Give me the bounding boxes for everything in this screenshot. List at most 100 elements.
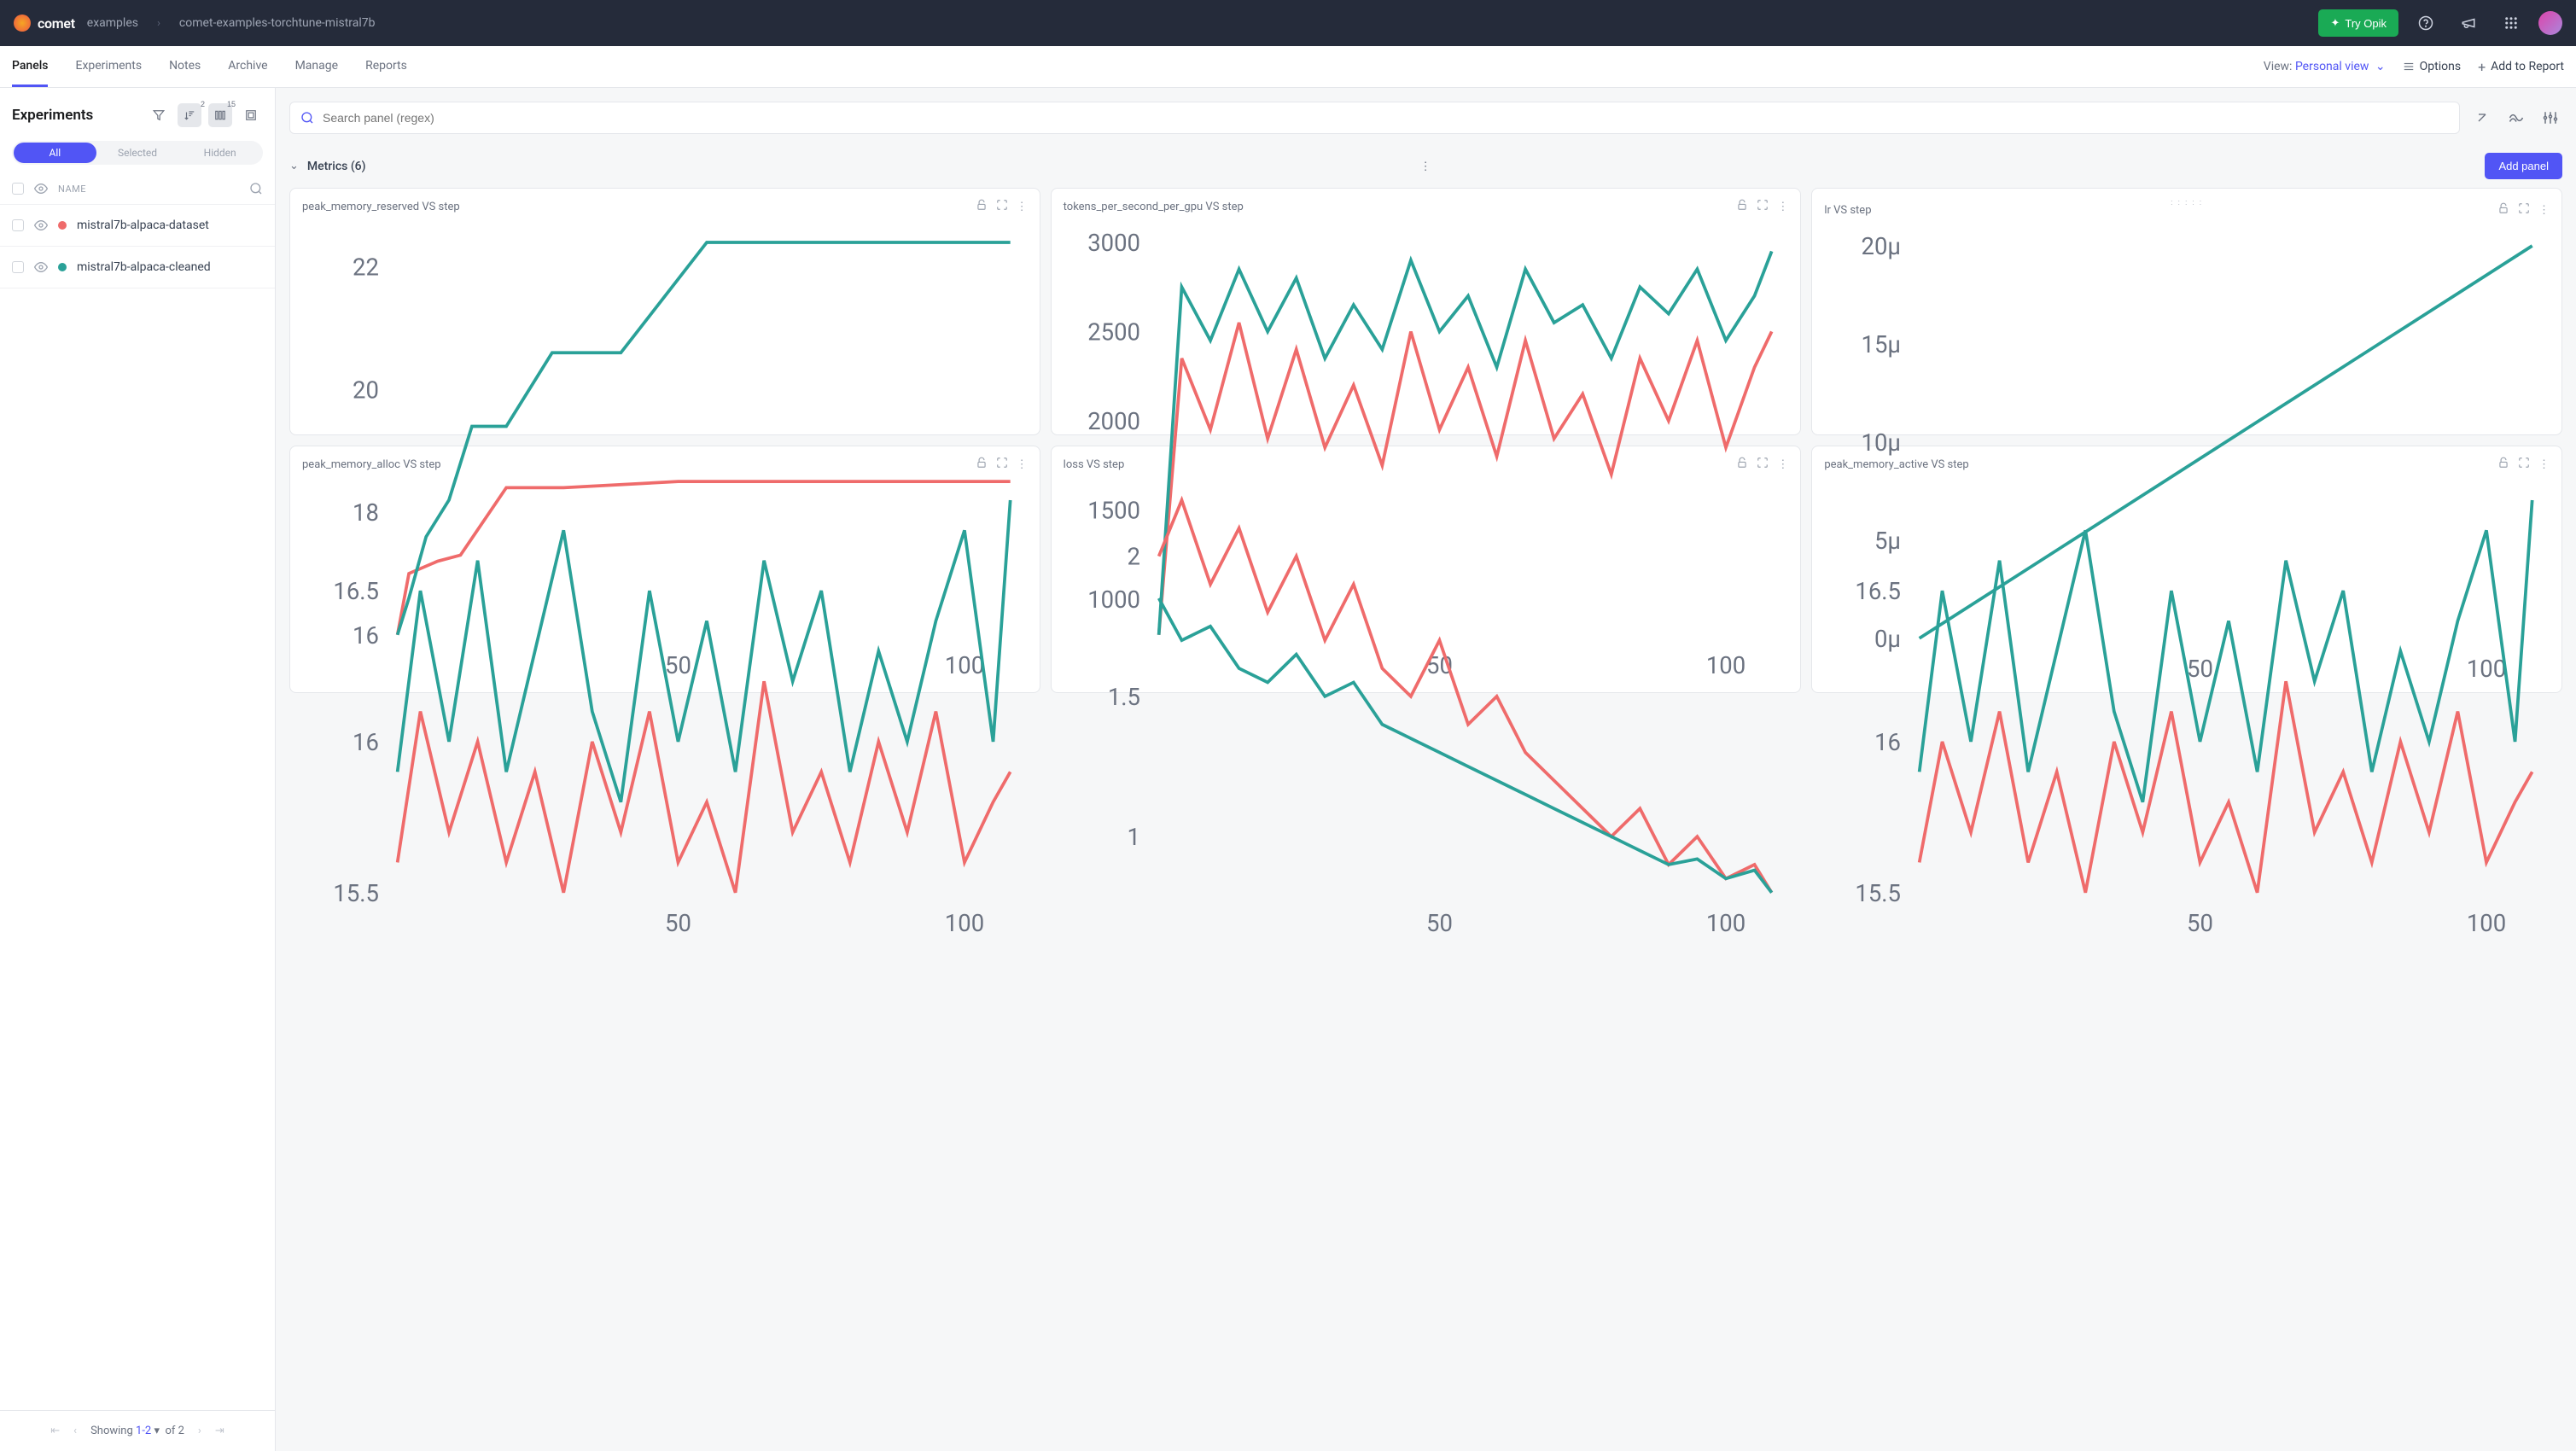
tab-notes[interactable]: Notes (169, 47, 201, 87)
content: ⌄ Metrics (6) ⋮ Add panel peak_memory_re… (276, 88, 2576, 1451)
clear-button[interactable] (2470, 106, 2494, 130)
apps-icon[interactable] (2496, 8, 2526, 38)
eye-icon[interactable] (34, 260, 48, 274)
section-menu-icon[interactable]: ⋮ (1413, 154, 1437, 178)
svg-text:3000: 3000 (1087, 230, 1140, 257)
group-button[interactable] (239, 103, 263, 127)
row-checkbox[interactable] (12, 219, 24, 231)
tab-panels[interactable]: Panels (12, 47, 48, 87)
svg-text:2500: 2500 (1087, 318, 1140, 346)
chart-panel: peak_memory_reserved VS step⋮16182022501… (289, 188, 1040, 435)
page-prev-icon[interactable]: ‹ (73, 1425, 77, 1437)
tab-archive[interactable]: Archive (228, 47, 267, 87)
expand-icon[interactable] (996, 199, 1008, 214)
panel-title: lr VS step (1824, 204, 2489, 217)
chevron-down-icon[interactable]: ⌄ (289, 160, 299, 172)
chart-area[interactable]: 1 1.5 2 50 100 (1064, 477, 1789, 950)
tab-manage[interactable]: Manage (295, 47, 338, 87)
experiment-row[interactable]: mistral7b-alpaca-cleaned (0, 247, 275, 288)
svg-text:16: 16 (1874, 729, 1901, 756)
logo-icon (14, 15, 31, 32)
experiment-row[interactable]: mistral7b-alpaca-dataset (0, 205, 275, 247)
select-all-checkbox[interactable] (12, 183, 24, 195)
panel-title: tokens_per_second_per_gpu VS step (1064, 201, 1728, 213)
color-dot (58, 263, 67, 271)
filter-pills: AllSelectedHidden (12, 141, 263, 165)
breadcrumb-experiment[interactable]: comet-examples-torchtune-mistral7b (179, 16, 376, 30)
subnav: Panels Experiments Notes Archive Manage Repor… (0, 46, 2576, 88)
eye-icon[interactable] (34, 219, 48, 232)
filter-button[interactable] (147, 103, 171, 127)
sidebar-title: Experiments (12, 107, 140, 124)
try-opik-button[interactable]: ✦ Try Opik (2318, 9, 2398, 37)
plus-icon: + (2478, 59, 2486, 75)
breadcrumb-project[interactable]: examples (87, 16, 138, 30)
topbar: comet examples › comet-examples-torchtun… (0, 0, 2576, 46)
svg-text:16.5: 16.5 (1856, 578, 1902, 605)
avatar[interactable] (2538, 11, 2562, 35)
settings-button[interactable] (2538, 106, 2562, 130)
lock-icon[interactable] (1736, 199, 1748, 214)
logo[interactable]: comet (14, 15, 75, 32)
page-last-icon[interactable]: ⇥ (215, 1425, 224, 1437)
svg-text:20: 20 (353, 376, 379, 404)
svg-text:15µ: 15µ (1862, 331, 1901, 358)
smoothing-button[interactable] (2504, 106, 2528, 130)
pill-selected[interactable]: Selected (96, 143, 179, 163)
expand-icon[interactable] (2518, 202, 2530, 218)
chevron-down-icon: ⌄ (2375, 60, 2386, 73)
brand-text: comet (38, 15, 75, 32)
help-icon[interactable] (2410, 8, 2441, 38)
panel-menu-icon[interactable]: ⋮ (2538, 204, 2550, 217)
sort-button[interactable]: 2 (178, 103, 201, 127)
svg-text:15.5: 15.5 (333, 880, 379, 907)
page-first-icon[interactable]: ⇤ (50, 1425, 60, 1437)
svg-text:1: 1 (1127, 824, 1139, 851)
options-button[interactable]: Options (2403, 60, 2461, 73)
pill-all[interactable]: All (14, 143, 96, 163)
svg-text:10µ: 10µ (1862, 429, 1901, 457)
experiment-name: mistral7b-alpaca-cleaned (77, 260, 211, 274)
tab-reports[interactable]: Reports (365, 47, 407, 87)
columns-button[interactable]: 15 (208, 103, 232, 127)
section-title: Metrics (6) (307, 160, 366, 173)
tab-experiments[interactable]: Experiments (75, 47, 142, 87)
panel-title: peak_memory_reserved VS step (302, 201, 967, 213)
row-checkbox[interactable] (12, 261, 24, 273)
svg-text:100: 100 (945, 910, 984, 937)
view-selector[interactable]: View: Personal view ⌄ (2264, 60, 2386, 73)
svg-text:100: 100 (1705, 910, 1745, 937)
svg-text:1.5: 1.5 (1107, 684, 1139, 711)
svg-text:2: 2 (1127, 544, 1139, 571)
panel-search-input[interactable] (323, 111, 2449, 125)
panel-menu-icon[interactable]: ⋮ (1777, 201, 1788, 213)
panel-menu-icon[interactable]: ⋮ (1017, 201, 1028, 213)
svg-text:16.5: 16.5 (333, 578, 379, 605)
add-to-report-button[interactable]: + Add to Report (2478, 59, 2564, 75)
svg-text:50: 50 (665, 910, 691, 937)
add-panel-button[interactable]: Add panel (2485, 153, 2562, 179)
svg-text:50: 50 (2187, 910, 2213, 937)
search-icon (300, 111, 314, 125)
pager: ⇤ ‹ Showing 1-2 ▾ of 2 › ⇥ (0, 1410, 275, 1451)
chart-area[interactable]: 15.51616.550100 (302, 477, 1028, 950)
lock-icon[interactable] (2497, 202, 2509, 218)
chart-panel: tokens_per_second_per_gpu VS step⋮100015… (1051, 188, 1802, 435)
lock-icon[interactable] (976, 199, 988, 214)
announce-icon[interactable] (2453, 8, 2484, 38)
experiment-name: mistral7b-alpaca-dataset (77, 219, 209, 232)
expand-icon[interactable] (1757, 199, 1769, 214)
svg-text:50: 50 (1426, 910, 1453, 937)
chart-area[interactable]: 15.51616.550100 (1824, 477, 2550, 950)
pill-hidden[interactable]: Hidden (178, 143, 261, 163)
visibility-header-icon (34, 182, 48, 195)
name-column-header[interactable]: NAME (58, 184, 239, 195)
svg-text:2000: 2000 (1087, 408, 1140, 435)
svg-text:15.5: 15.5 (1856, 880, 1902, 907)
panel-search[interactable] (289, 102, 2460, 134)
sidebar: Experiments 2 15 AllSelectedHidden NAME … (0, 88, 276, 1451)
color-dot (58, 221, 67, 230)
page-next-icon[interactable]: › (198, 1425, 201, 1437)
search-icon[interactable] (249, 182, 263, 195)
sparkle-icon: ✦ (2330, 16, 2340, 30)
